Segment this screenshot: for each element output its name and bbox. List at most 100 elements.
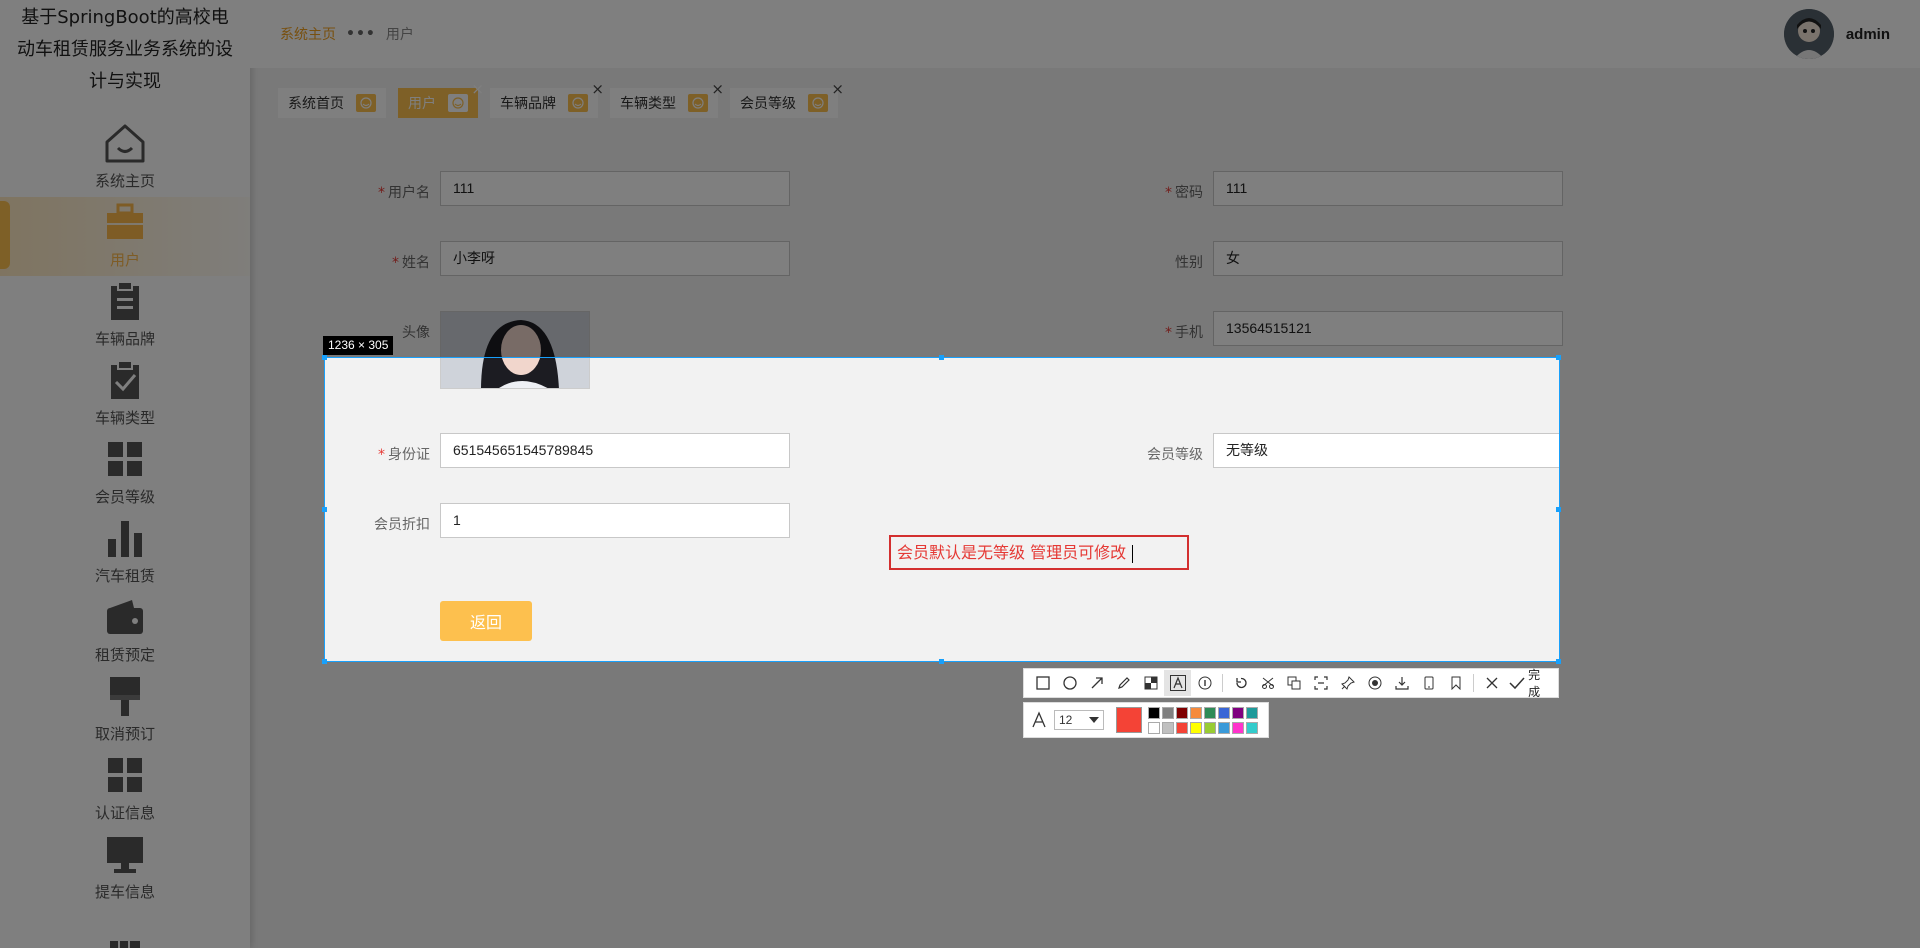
number-tool-icon[interactable] <box>1191 670 1218 696</box>
text-annotation[interactable]: 会员默认是无等级 管理员可修改 <box>889 535 1189 570</box>
username[interactable]: admin <box>1846 26 1890 43</box>
current-color-swatch[interactable] <box>1116 707 1142 733</box>
discount-field[interactable]: 1 <box>440 503 790 538</box>
sidebar-item-type[interactable]: 车辆类型 <box>0 355 250 434</box>
tab-type[interactable]: 车辆类型 × <box>610 80 724 118</box>
sidebar-item-reserve[interactable]: 租赁预定 <box>0 592 250 671</box>
sidebar-item-brand[interactable]: 车辆品牌 <box>0 276 250 355</box>
tab-brand[interactable]: 车辆品牌 × <box>490 80 604 118</box>
translate-icon[interactable] <box>1281 670 1308 696</box>
sidebar-item-rental[interactable]: 汽车租赁 <box>0 513 250 592</box>
ocr-icon[interactable] <box>1308 670 1335 696</box>
name-field[interactable]: 小李呀 <box>440 241 790 276</box>
sidebar-item-home[interactable]: 系统主页 <box>0 118 250 197</box>
resize-handle[interactable] <box>939 659 944 664</box>
color-swatch[interactable] <box>1232 706 1244 719</box>
phone-field[interactable]: 13564515121 <box>1213 311 1563 346</box>
font-size-select[interactable]: 12 <box>1054 710 1104 730</box>
book-icon <box>110 941 140 948</box>
bookmark-icon[interactable] <box>1442 670 1469 696</box>
cancel-icon[interactable] <box>1478 670 1505 696</box>
close-icon[interactable]: × <box>711 80 724 98</box>
close-icon[interactable]: × <box>591 80 604 98</box>
color-swatch[interactable] <box>1148 721 1160 734</box>
pen-tool-icon[interactable] <box>1111 670 1138 696</box>
mosaic-tool-icon[interactable] <box>1138 670 1165 696</box>
grid-icon <box>108 442 142 476</box>
resize-handle[interactable] <box>322 355 327 360</box>
sidebar-item-level[interactable]: 会员等级 <box>0 434 250 513</box>
tab-level[interactable]: 会员等级 × <box>730 80 844 118</box>
close-icon[interactable]: × <box>471 80 484 98</box>
idcard-field[interactable]: 651545651545789845 <box>440 433 790 468</box>
color-swatch[interactable] <box>1218 721 1230 734</box>
user-photo-icon <box>441 358 589 388</box>
tab-users[interactable]: 用户 × <box>398 80 484 118</box>
user-avatar-icon <box>1783 9 1834 59</box>
breadcrumb: 系统主页 ••• 用户 <box>280 24 414 44</box>
gender-field[interactable]: 女 <box>1213 241 1563 276</box>
monitor-icon <box>107 837 143 873</box>
smile-icon <box>568 94 588 112</box>
resize-handle[interactable] <box>1556 507 1561 512</box>
avatar[interactable] <box>1783 9 1834 59</box>
ellipse-tool-icon[interactable] <box>1057 670 1084 696</box>
color-swatch[interactable] <box>1190 706 1202 719</box>
text-tool-icon[interactable] <box>1164 670 1192 696</box>
color-swatch[interactable] <box>1232 721 1244 734</box>
color-swatch[interactable] <box>1176 706 1188 719</box>
download-icon[interactable] <box>1389 670 1416 696</box>
close-icon[interactable]: × <box>831 80 844 98</box>
resize-handle[interactable] <box>939 355 944 360</box>
password-field[interactable]: 111 <box>1213 171 1563 206</box>
screenshot-selection[interactable]: * 身份证 651545651545789845 会员等级 无等级 会员折扣 1 … <box>324 357 1560 662</box>
color-swatch[interactable] <box>1190 721 1202 734</box>
home-icon <box>105 124 145 163</box>
color-swatch[interactable] <box>1246 721 1258 734</box>
tab-home[interactable]: 系统首页 <box>278 88 386 118</box>
color-swatch[interactable] <box>1204 706 1216 719</box>
sidebar-item-label: 系统主页 <box>94 172 155 190</box>
username-field[interactable]: 111 <box>440 171 790 206</box>
done-button[interactable]: 完成 <box>1509 666 1552 700</box>
discount-label: 会员折扣 <box>374 517 430 533</box>
tab-label: 会员等级 <box>740 96 796 112</box>
sidebar-item-more[interactable] <box>0 908 250 948</box>
smile-icon <box>808 94 828 112</box>
user-area[interactable]: admin <box>1783 9 1890 59</box>
sidebar-item-label: 会员等级 <box>94 488 155 506</box>
arrow-tool-icon[interactable] <box>1084 670 1111 696</box>
check-icon <box>1509 677 1525 690</box>
cut-icon[interactable] <box>1254 670 1281 696</box>
record-icon[interactable] <box>1362 670 1389 696</box>
resize-handle[interactable] <box>322 507 327 512</box>
grid-icon <box>108 758 142 792</box>
sidebar-item-cancel[interactable]: 取消预订 <box>0 671 250 750</box>
color-swatch[interactable] <box>1148 706 1160 719</box>
sidebar-item-auth[interactable]: 认证信息 <box>0 750 250 829</box>
color-swatch[interactable] <box>1218 706 1230 719</box>
undo-icon[interactable] <box>1227 670 1254 696</box>
color-swatch[interactable] <box>1162 721 1174 734</box>
tab-label: 用户 <box>408 96 436 112</box>
sidebar-item-users[interactable]: 用户 <box>0 197 250 276</box>
resize-handle[interactable] <box>322 659 327 664</box>
chevron-down-icon <box>1089 717 1099 723</box>
font-icon <box>1032 711 1046 728</box>
breadcrumb-home[interactable]: 系统主页 <box>280 24 336 44</box>
level-field[interactable]: 无等级 <box>1213 433 1559 468</box>
tab-label: 车辆类型 <box>620 96 676 112</box>
color-swatch[interactable] <box>1204 721 1216 734</box>
breadcrumb-separator: ••• <box>346 26 376 42</box>
pin-icon[interactable] <box>1335 670 1362 696</box>
back-button[interactable]: 返回 <box>440 601 532 641</box>
color-swatch[interactable] <box>1246 706 1258 719</box>
color-swatch[interactable] <box>1176 721 1188 734</box>
selection-size-badge: 1236 × 305 <box>323 336 394 355</box>
rectangle-tool-icon[interactable] <box>1030 670 1057 696</box>
resize-handle[interactable] <box>1556 659 1561 664</box>
phone-icon[interactable] <box>1415 670 1442 696</box>
sidebar-item-pickup[interactable]: 提车信息 <box>0 829 250 908</box>
color-swatch[interactable] <box>1162 706 1174 719</box>
resize-handle[interactable] <box>1556 355 1561 360</box>
